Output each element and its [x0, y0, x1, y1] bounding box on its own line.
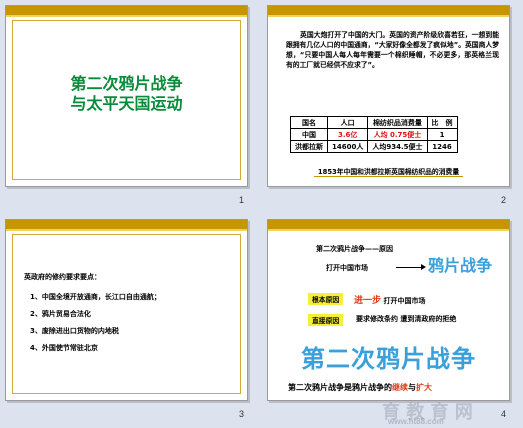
table-header: 国名	[290, 116, 328, 129]
consumption-table: 国名 人口 棉纺织品消费量 比 例 中国 3.6亿 人均 0.75便士 1 洪都…	[290, 116, 458, 153]
table-row: 中国 3.6亿 人均 0.75便士 1	[290, 128, 458, 141]
table-cell: 洪都拉斯	[290, 140, 328, 153]
table-cell: 人均934.5便士	[367, 140, 428, 153]
list-item: 1、中国全境开放通商，长江口自由通航；	[30, 293, 161, 301]
slide-title: 第二次鸦片战争 与太平天国运动	[6, 74, 247, 114]
second-opium-war-wordart: 第二次鸦片战争	[301, 345, 476, 373]
section-heading: 英政府的修约要求要点：	[24, 273, 101, 281]
slide-top-band	[6, 6, 247, 17]
table-header-row: 国名 人口 棉纺织品消费量 比 例	[290, 116, 458, 129]
slide-top-band	[268, 220, 509, 231]
direct-cause-label: 直接原因	[308, 314, 344, 326]
root-cause-rest: 打开中国市场	[383, 297, 426, 305]
slide-number: 2	[501, 195, 507, 205]
watermark-url: www.ht88.com	[388, 417, 444, 426]
right-arrow-icon	[396, 264, 426, 270]
root-cause-text: 进一步 打开中国市场	[354, 293, 425, 306]
slide-thumbnail-1[interactable]: 第二次鸦片战争 与太平天国运动	[5, 5, 248, 187]
table-cell: 1246	[426, 140, 458, 153]
slide-top-band	[268, 6, 509, 17]
requirements-list: 1、中国全境开放通商，长江口自由通航； 2、鸦片贸易合法化 3、废除进出口货物的…	[30, 292, 161, 360]
table-header: 棉纺织品消费量	[367, 116, 428, 129]
title-line-1: 第二次鸦片战争	[70, 74, 183, 93]
list-item: 3、废除进出口货物的内地税	[30, 327, 119, 335]
table-header: 人口	[326, 116, 369, 129]
table-cell: 14600人	[326, 140, 369, 153]
direct-cause-text: 要求修改条约 遭到清政府的拒绝	[356, 315, 457, 323]
open-market-text: 打开中国市场	[326, 264, 368, 272]
list-item: 4、外国使节常驻北京	[30, 344, 98, 352]
cause-heading: 第二次鸦片战争——原因	[316, 245, 393, 253]
table-header: 比 例	[426, 116, 458, 129]
table-cell: 人均 0.75便士	[367, 128, 428, 141]
slide-cell-2: 英国大炮打开了中国的大门。英国的资产阶级欣喜若狂，一想到能跟拥有几亿人口的中国通…	[262, 0, 523, 214]
slide-cell-1: 第二次鸦片战争 与太平天国运动 1	[0, 0, 261, 214]
slide-number: 3	[239, 409, 245, 419]
slide-number: 1	[239, 195, 245, 205]
conclusion-text: 第二次鸦片战争是鸦片战争的继续与扩大	[288, 383, 432, 392]
table-cell: 中国	[290, 128, 328, 141]
slide-cell-3: 英政府的修约要求要点： 1、中国全境开放通商，长江口自由通航； 2、鸦片贸易合法…	[0, 214, 261, 428]
slide-thumbnail-3[interactable]: 英政府的修约要求要点： 1、中国全境开放通商，长江口自由通航； 2、鸦片贸易合法…	[5, 219, 248, 401]
opium-war-wordart: 鸦片战争	[428, 256, 493, 275]
root-cause-label: 根本原因	[308, 293, 344, 305]
slide-thumbnail-4[interactable]: 第二次鸦片战争——原因 打开中国市场 鸦片战争 根本原因 进一步 打开中国市场 …	[267, 219, 510, 401]
table-row: 洪都拉斯 14600人 人均934.5便士 1246	[290, 140, 458, 153]
root-cause-emphasis: 进一步	[354, 296, 382, 306]
table-cell: 1	[426, 128, 458, 141]
slide-top-band	[6, 220, 247, 231]
list-item: 2、鸦片贸易合法化	[30, 310, 91, 318]
slide-thumbnail-2[interactable]: 英国大炮打开了中国的大门。英国的资产阶级欣喜若狂，一想到能跟拥有几亿人口的中国通…	[267, 5, 510, 187]
table-caption: 1853年中国和洪都拉斯英国棉纺织品的消费量	[268, 166, 509, 177]
slide-number: 4	[501, 409, 507, 419]
table-cell: 3.6亿	[326, 128, 369, 141]
quote-paragraph: 英国大炮打开了中国的大门。英国的资产阶级欣喜若狂，一想到能跟拥有几亿人口的中国通…	[286, 31, 499, 69]
slide-cell-4: 第二次鸦片战争——原因 打开中国市场 鸦片战争 根本原因 进一步 打开中国市场 …	[262, 214, 523, 428]
title-line-2: 与太平天国运动	[70, 94, 183, 113]
